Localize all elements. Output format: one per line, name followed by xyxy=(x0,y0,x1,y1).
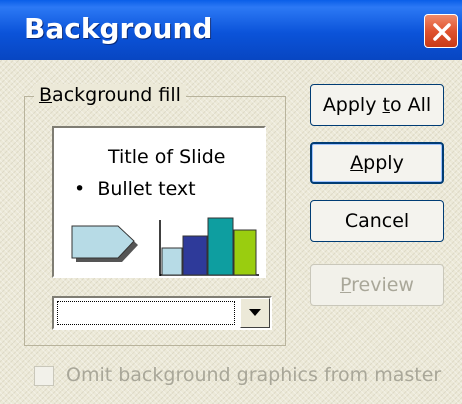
close-icon xyxy=(433,23,451,41)
legend-rest: ackground fill xyxy=(52,84,181,106)
apply-to-all-label-post: o All xyxy=(389,94,432,116)
fill-dropdown[interactable] xyxy=(52,296,272,330)
dropdown-button[interactable] xyxy=(240,298,270,328)
apply-button[interactable]: Apply xyxy=(310,142,444,184)
apply-to-all-access-key: t xyxy=(382,94,390,116)
apply-access-key: A xyxy=(350,152,364,174)
apply-to-all-button[interactable]: Apply to All xyxy=(310,84,444,126)
slide-preview: Title of Slide • Bullet text xyxy=(52,126,266,278)
background-dialog: Background Background fill Title of Slid… xyxy=(0,0,462,404)
omit-access-key: g xyxy=(236,364,249,386)
access-key-b: B xyxy=(39,84,53,106)
omit-background-graphics-label[interactable]: Omit background graphics from master xyxy=(66,364,441,386)
preview-bar-3 xyxy=(207,217,234,276)
preview-access-key: P xyxy=(340,274,352,296)
close-button[interactable] xyxy=(424,14,458,48)
omit-label-pre: Omit background xyxy=(66,364,237,386)
dialog-title: Background xyxy=(24,12,213,45)
preview-bar-4 xyxy=(233,229,257,276)
fill-dropdown-value[interactable] xyxy=(57,301,235,325)
title-bar[interactable]: Background xyxy=(0,0,462,60)
omit-label-post: raphics from master xyxy=(248,364,442,386)
background-fill-label: Background fill xyxy=(34,84,186,106)
apply-to-all-label-pre: Apply xyxy=(322,94,383,116)
preview-bar-1 xyxy=(161,247,183,276)
omit-background-graphics-checkbox[interactable] xyxy=(34,366,54,386)
preview-artwork xyxy=(71,217,259,276)
preview-bar-2 xyxy=(182,235,208,276)
apply-label-post: pply xyxy=(363,152,404,174)
chevron-down-icon xyxy=(249,309,261,316)
preview-button[interactable]: Preview xyxy=(310,264,444,306)
preview-label-post: review xyxy=(351,274,414,296)
cancel-button[interactable]: Cancel xyxy=(310,200,444,242)
